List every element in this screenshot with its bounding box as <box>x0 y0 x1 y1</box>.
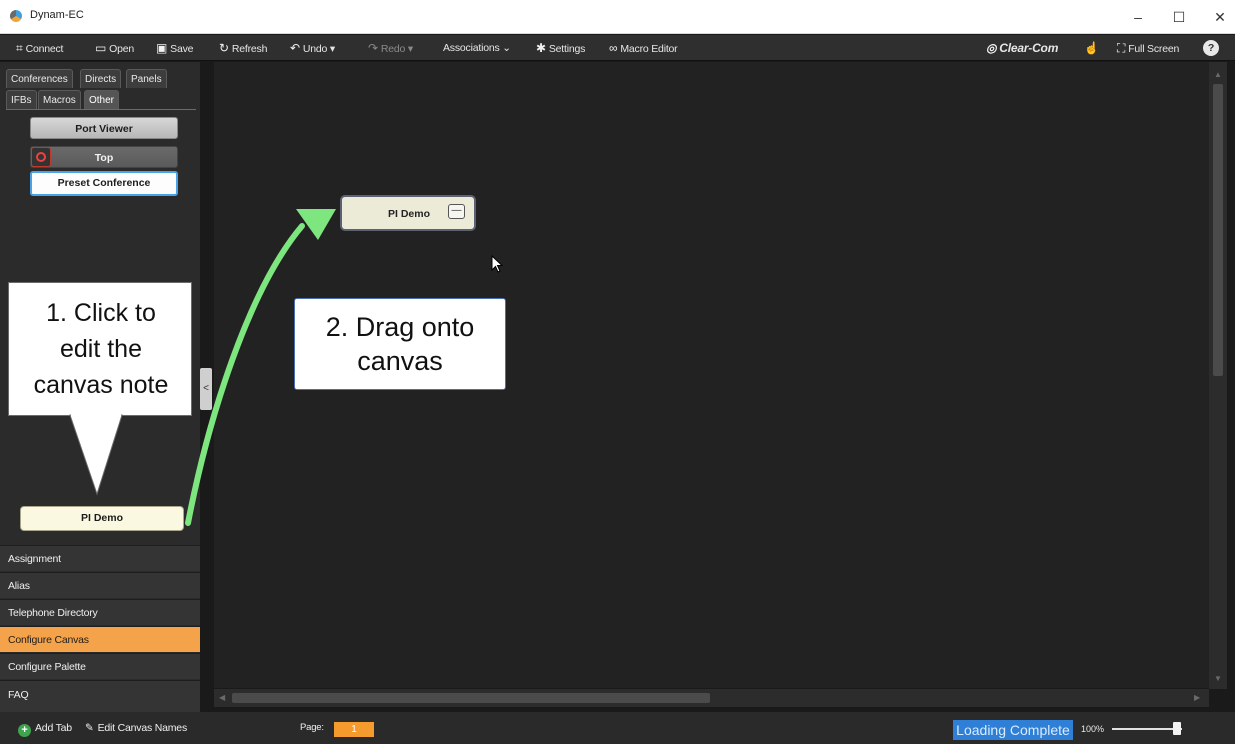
add-tab-button[interactable]: + Add Tab <box>18 722 72 737</box>
edit-canvas-names-label: Edit Canvas Names <box>97 722 188 734</box>
callout-2-line-2: canvas <box>357 346 443 376</box>
loading-status: Loading Complete <box>953 720 1073 740</box>
callout-2-line-1: 2. Drag onto <box>325 312 475 342</box>
edit-icon: ✎ <box>85 722 94 734</box>
callout-1-pointer <box>69 414 123 496</box>
zoom-percent: 100% <box>1081 724 1105 734</box>
zoom-slider-track[interactable] <box>1112 728 1182 730</box>
callout-2-text: 2. Drag onto canvas <box>295 310 505 378</box>
zoom-slider-thumb[interactable] <box>1173 722 1181 735</box>
add-tab-label: Add Tab <box>35 722 72 734</box>
edit-canvas-names-button[interactable]: ✎ Edit Canvas Names <box>85 722 187 734</box>
page-number-input[interactable]: 1 <box>334 722 374 737</box>
page-label: Page: <box>300 722 324 733</box>
callout-drag-onto-canvas: 2. Drag onto canvas <box>294 298 506 390</box>
plus-icon: + <box>18 724 31 737</box>
